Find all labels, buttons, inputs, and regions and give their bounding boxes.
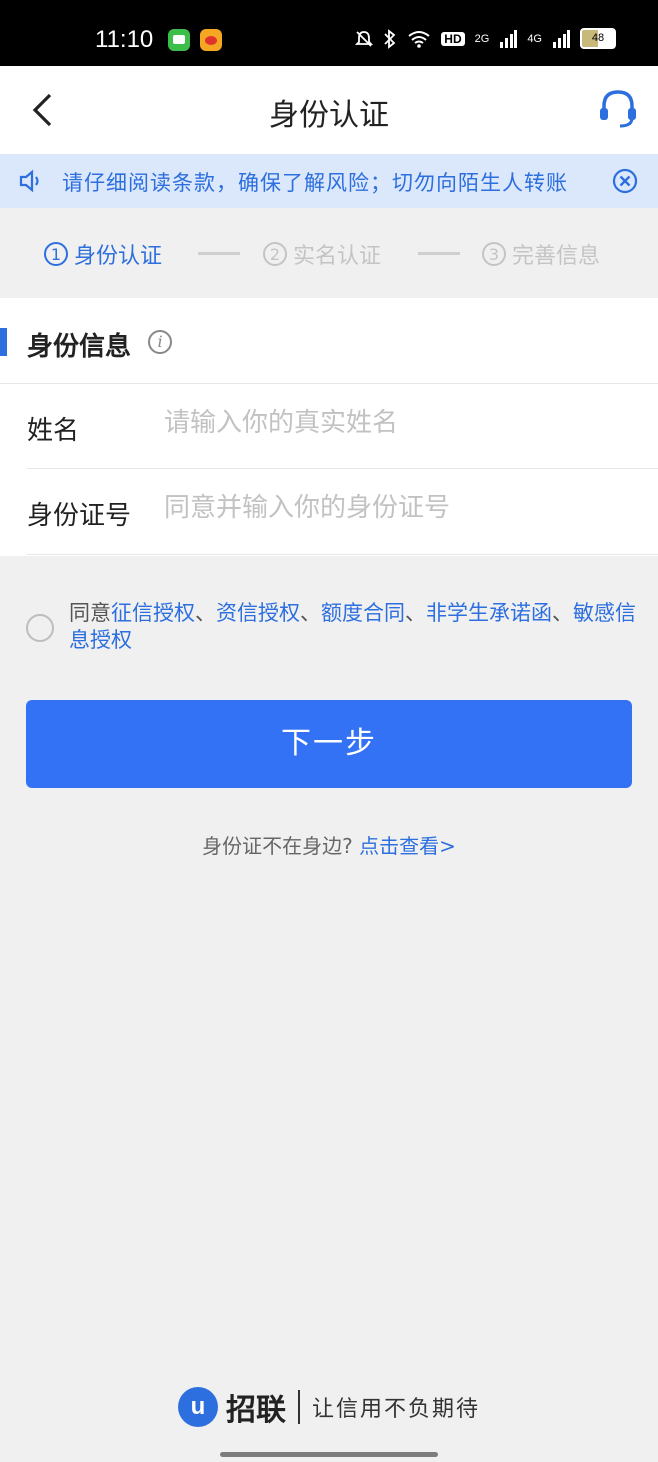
info-icon[interactable]: i xyxy=(148,330,172,354)
battery-icon: 48 xyxy=(580,28,616,49)
step-identity: 1 身份认证 xyxy=(44,238,162,270)
wifi-icon xyxy=(408,30,430,48)
signal-icon-2 xyxy=(553,29,570,48)
agreement-radio[interactable] xyxy=(26,614,54,642)
section-title: 身份信息 xyxy=(27,332,132,362)
signal-icon xyxy=(500,29,518,48)
step-real-name: 2 实名认证 xyxy=(263,238,381,270)
step-number: 2 xyxy=(263,242,287,266)
step-connector xyxy=(418,252,460,255)
bluetooth-icon xyxy=(384,28,396,49)
brand-logo-icon: u xyxy=(177,1387,218,1427)
weibo-app-icon xyxy=(200,29,222,51)
status-indicators: HD 2G 4G 48 xyxy=(355,28,616,49)
brand-name: 招联 xyxy=(225,1393,286,1428)
brand-slogan: 让信用不负期待 xyxy=(311,1397,480,1422)
notice-banner: 请仔细阅读条款，确保了解风险；切勿向陌生人转账 xyxy=(0,154,658,208)
section-accent-bar xyxy=(0,328,7,356)
identity-form: 身份信息 i 姓名 身份证号 xyxy=(0,298,658,556)
step-label: 完善信息 xyxy=(512,244,601,269)
signal-4g-label: 4G xyxy=(527,32,542,45)
brand-separator xyxy=(297,1390,300,1424)
status-time: 11:10 xyxy=(95,26,154,53)
speaker-icon xyxy=(19,169,39,193)
agreement-prefix: 同意 xyxy=(69,601,111,625)
nav-bar: 身份认证 xyxy=(0,66,658,154)
status-bar: 11:10 HD 2G 4G 48 xyxy=(0,0,658,66)
link-credit-info-authorization[interactable]: 资信授权 xyxy=(216,601,300,625)
home-indicator[interactable] xyxy=(220,1452,438,1457)
messages-app-icon xyxy=(168,29,190,51)
agreement-text: 同意征信授权、资信授权、额度合同、非学生承诺函、敏感信息授权 xyxy=(69,601,636,652)
divider xyxy=(27,468,658,469)
link-non-student-pledge[interactable]: 非学生承诺函 xyxy=(426,601,552,625)
step-label: 身份认证 xyxy=(74,244,163,269)
idcard-help-text: 身份证不在身边? xyxy=(202,834,353,858)
name-input[interactable] xyxy=(164,408,634,438)
notice-text: 请仔细阅读条款，确保了解风险；切勿向陌生人转账 xyxy=(62,171,568,195)
name-label: 姓名 xyxy=(27,416,80,446)
step-complete-info: 3 完善信息 xyxy=(482,238,600,270)
divider xyxy=(0,383,658,384)
progress-steps: 1 身份认证 2 实名认证 3 完善信息 xyxy=(0,208,658,298)
headset-icon[interactable] xyxy=(598,88,638,130)
id-number-label: 身份证号 xyxy=(27,501,132,531)
hd-badge: HD xyxy=(441,31,465,46)
link-credit-authorization[interactable]: 征信授权 xyxy=(111,601,195,625)
step-label: 实名认证 xyxy=(293,244,382,269)
step-connector xyxy=(198,252,240,255)
idcard-help: 身份证不在身边? 点击查看> xyxy=(0,830,658,859)
page-title: 身份认证 xyxy=(269,98,389,133)
signal-2g-label: 2G xyxy=(474,32,490,45)
step-number: 1 xyxy=(44,242,68,266)
mute-icon xyxy=(355,30,374,47)
next-button[interactable]: 下一步 xyxy=(26,700,632,788)
step-number: 3 xyxy=(482,242,506,266)
view-more-link[interactable]: 点击查看> xyxy=(359,834,456,858)
divider xyxy=(27,554,658,555)
close-circle-icon[interactable] xyxy=(612,168,638,194)
id-number-input[interactable] xyxy=(164,493,634,523)
footer-brand: u 招联 让信用不负期待 xyxy=(0,1385,658,1429)
link-credit-limit-contract[interactable]: 额度合同 xyxy=(321,601,405,625)
